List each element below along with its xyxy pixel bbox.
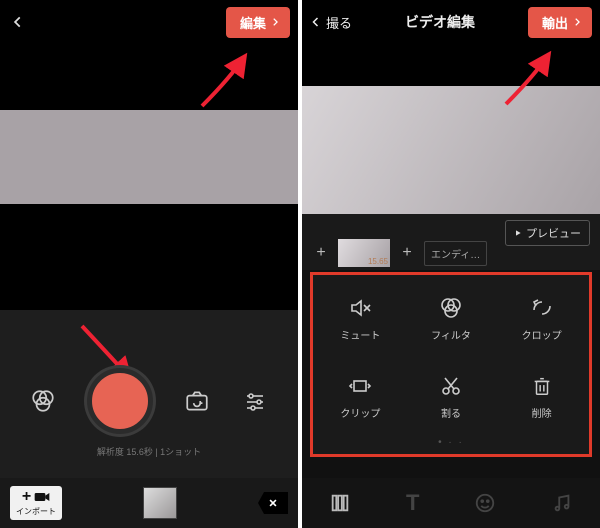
clip-duration: 15.65 [368, 257, 388, 266]
chevron-left-icon [310, 16, 322, 28]
tab-sticker[interactable] [474, 492, 496, 514]
tool-delete[interactable]: 削除 [498, 359, 585, 433]
edit-button-label: 編集 [240, 13, 266, 32]
flip-camera-icon[interactable] [183, 387, 211, 415]
tool-label: ミュート [340, 327, 380, 342]
delete-clip-button[interactable] [258, 492, 288, 514]
camera-bottom-bar: + インポート [0, 478, 298, 528]
crop-icon [529, 295, 555, 321]
tab-text[interactable]: T [406, 490, 419, 516]
close-icon [268, 498, 278, 508]
camera-lower-panel: 解析度 15.6秒 | 1ショット + インポート [0, 310, 298, 528]
import-button[interactable]: + インポート [10, 486, 62, 520]
export-button-label: 輸出 [542, 13, 568, 32]
tab-layers[interactable] [329, 492, 351, 514]
back-to-camera-button[interactable]: 撮る [310, 13, 352, 32]
tool-clip[interactable]: クリップ [317, 359, 404, 433]
add-clip-after-button[interactable]: + [398, 244, 416, 262]
tool-label: クロップ [522, 327, 562, 342]
trash-icon [529, 373, 555, 399]
tool-grid: ミュート フィルタ クロップ [317, 281, 585, 433]
back-button[interactable] [8, 12, 28, 32]
tab-music[interactable] [551, 492, 573, 514]
ending-chip[interactable]: エンディ… [424, 241, 487, 266]
clip-thumbnail[interactable] [143, 487, 177, 519]
tool-cut[interactable]: 割る [408, 359, 495, 433]
chevron-right-icon [572, 17, 582, 27]
camera-controls [0, 368, 298, 434]
editor-screen: 撮る ビデオ編集 輸出 プレビュー + 15.65 [302, 0, 600, 528]
tool-label: フィルタ [431, 327, 471, 342]
filter-icon [438, 295, 464, 321]
filter-icon[interactable] [29, 387, 57, 415]
timeline-clip[interactable]: 15.65 [338, 239, 390, 267]
clip-icon [347, 373, 373, 399]
record-button[interactable] [87, 368, 153, 434]
video-preview[interactable] [302, 86, 600, 214]
clip-row: + 15.65 + エンディ… [302, 236, 600, 270]
back-label: 撮る [326, 13, 352, 32]
import-icon: + [22, 489, 50, 505]
editor-bottom-tabs: T [302, 478, 600, 528]
tool-label: クリップ [340, 405, 380, 420]
chevron-right-icon [270, 17, 280, 27]
tool-panel-highlight: ミュート フィルタ クロップ [310, 272, 592, 457]
tool-label: 削除 [532, 405, 552, 420]
tool-label: 割る [441, 405, 461, 420]
viewfinder-bottom-black [0, 204, 298, 310]
viewfinder-top-black [0, 44, 298, 110]
preview-top-black [302, 44, 600, 86]
import-label: インポート [16, 506, 56, 517]
shot-info-text: 解析度 15.6秒 | 1ショット [0, 445, 298, 458]
timeline-area: プレビュー + 15.65 + エンディ… [302, 214, 600, 270]
editor-topbar: 撮る ビデオ編集 輸出 [302, 0, 600, 44]
viewfinder-preview [0, 110, 298, 204]
page-dots: • · · [317, 437, 585, 448]
tool-mute[interactable]: ミュート [317, 281, 404, 355]
edit-button[interactable]: 編集 [226, 7, 290, 38]
tool-filter[interactable]: フィルタ [408, 281, 495, 355]
mute-icon [347, 295, 373, 321]
camera-topbar: 編集 [0, 0, 298, 44]
tool-crop[interactable]: クロップ [498, 281, 585, 355]
camera-screen: 編集 [0, 0, 298, 528]
editor-title: ビデオ編集 [405, 12, 475, 32]
add-clip-before-button[interactable]: + [312, 244, 330, 262]
scissors-icon [438, 373, 464, 399]
export-button[interactable]: 輸出 [528, 7, 592, 38]
settings-slider-icon[interactable] [241, 387, 269, 415]
